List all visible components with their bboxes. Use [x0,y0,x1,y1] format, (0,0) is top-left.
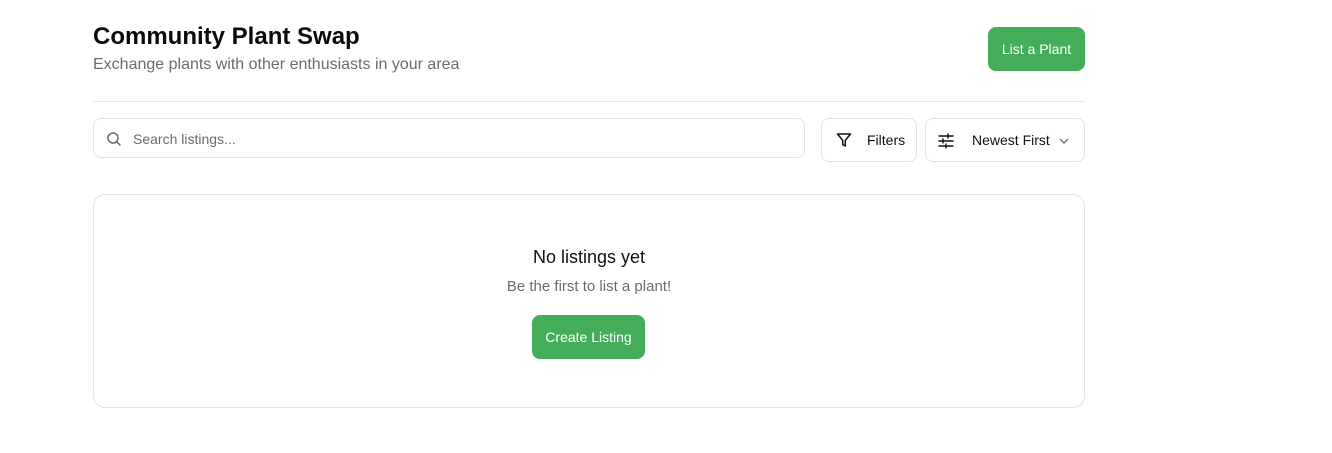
filters-label: Filters [867,132,906,148]
page: Community Plant Swap Exchange plants wit… [93,0,1085,453]
toolbar: Filters Newest First [93,118,1085,162]
sort-selected-value: Newest First [972,132,1050,148]
search-box[interactable] [93,118,805,158]
filters-button[interactable]: Filters [821,118,917,162]
create-listing-button[interactable]: Create Listing [532,315,645,359]
empty-state-message: Be the first to list a plant! [506,278,672,295]
search-icon [107,132,121,146]
page-header: Community Plant Swap Exchange plants wit… [93,0,1085,102]
empty-state-card: No listings yet Be the first to list a p… [93,194,1085,408]
list-plant-button[interactable]: List a Plant [988,27,1085,71]
sliders-icon [938,133,954,149]
page-title: Community Plant Swap [93,23,360,50]
search-input[interactable] [133,128,793,150]
page-subtitle: Exchange plants with other enthusiasts i… [93,56,460,73]
empty-state-title: No listings yet [532,247,646,267]
chevron-down-icon [1059,138,1069,144]
sort-select[interactable]: Newest First [925,118,1085,162]
filter-funnel-icon [836,133,852,147]
